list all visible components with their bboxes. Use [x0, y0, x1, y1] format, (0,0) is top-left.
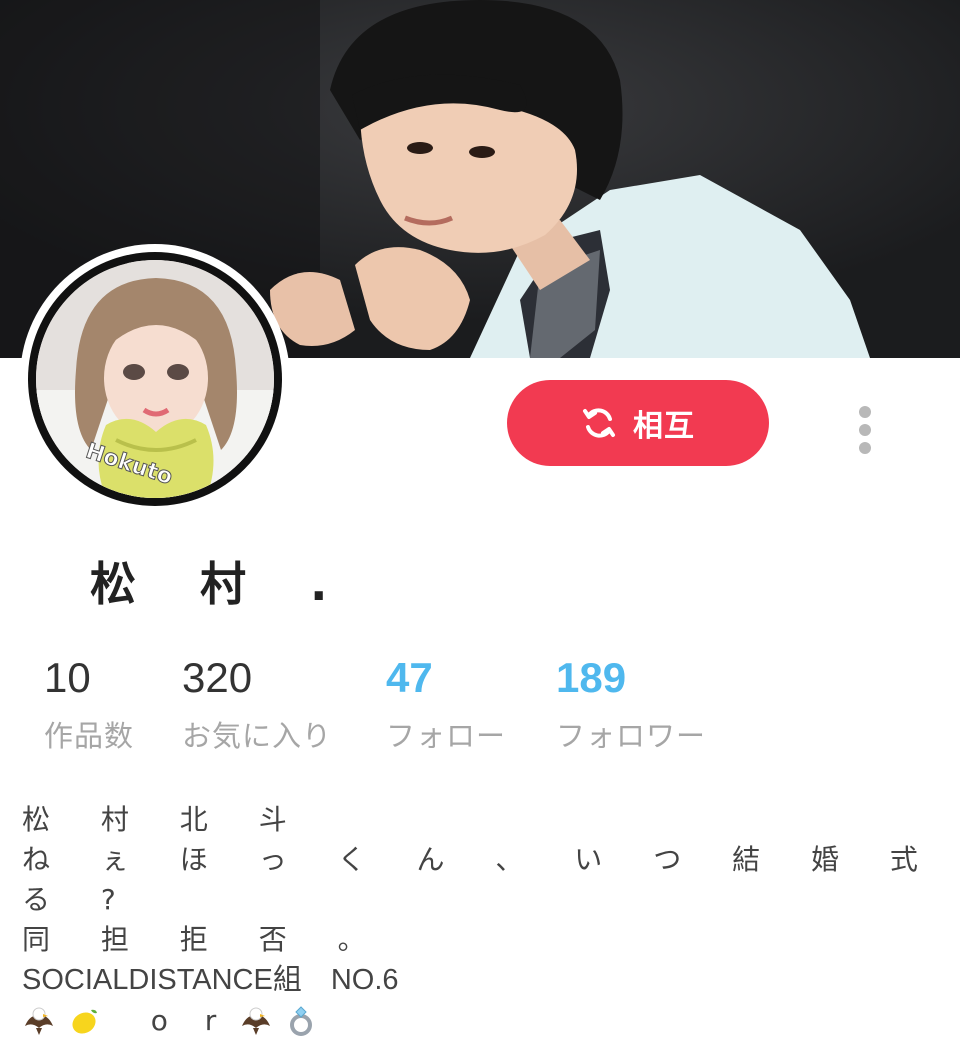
stat-favorites-value: 320 — [182, 654, 253, 701]
stat-works-label: 作品数 — [44, 719, 135, 753]
bio-line: る ? — [22, 883, 137, 916]
lemon-icon — [72, 1009, 97, 1034]
stat-followers[interactable]: 189 フォロワー — [556, 650, 706, 756]
eagle-icon — [242, 1007, 271, 1035]
mutual-follow-label: 相互 — [633, 409, 695, 444]
bio-line: ね ぇ ほ っ く ん 、 い つ 結 婚 式 挙 げ — [22, 843, 960, 876]
more-options-button[interactable] — [846, 400, 884, 460]
avatar[interactable]: Hokuto — [28, 252, 282, 506]
more-vertical-icon-dot — [859, 442, 871, 454]
eagle-icon — [25, 1007, 53, 1035]
stat-works[interactable]: 10 作品数 — [44, 650, 134, 756]
bio-line: 同 担 拒 否 。 — [22, 923, 387, 956]
stat-followers-value: 189 — [556, 654, 627, 701]
stat-followers-label: フォロワー — [556, 719, 707, 753]
profile-name: 松 村 . — [90, 557, 352, 611]
bio-line: 松 村 北 斗 — [22, 803, 308, 836]
bio-emoji-line: o r — [22, 1000, 922, 1040]
stat-following-value: 47 — [386, 654, 433, 701]
avatar-image: Hokuto — [36, 260, 274, 498]
ring-icon — [290, 1006, 313, 1036]
bio-line: SOCIALDISTANCE組 NO.6 — [22, 964, 399, 996]
stat-favorites-label: お気に入り — [182, 719, 333, 753]
mutual-follow-button[interactable]: 相互 — [507, 380, 769, 466]
stat-following[interactable]: 47 フォロー — [386, 650, 506, 756]
profile-bio: 松 村 北 斗 ね ぇ ほ っ く ん 、 い つ 結 婚 式 挙 げ る ? … — [22, 800, 960, 1040]
bio-or-text: o r — [150, 1004, 231, 1037]
profile-page: Hokuto 相互 松 村 . 10 作品数 320 お気に入り 47 フォロー… — [0, 0, 960, 1046]
stat-works-value: 10 — [44, 654, 91, 701]
stat-following-label: フォロー — [386, 719, 507, 753]
avatar-photo-icon: Hokuto — [36, 260, 274, 498]
refresh-icon — [581, 405, 617, 441]
more-vertical-icon-dot — [859, 424, 871, 436]
more-vertical-icon — [859, 406, 871, 418]
stat-favorites[interactable]: 320 お気に入り — [182, 650, 332, 756]
